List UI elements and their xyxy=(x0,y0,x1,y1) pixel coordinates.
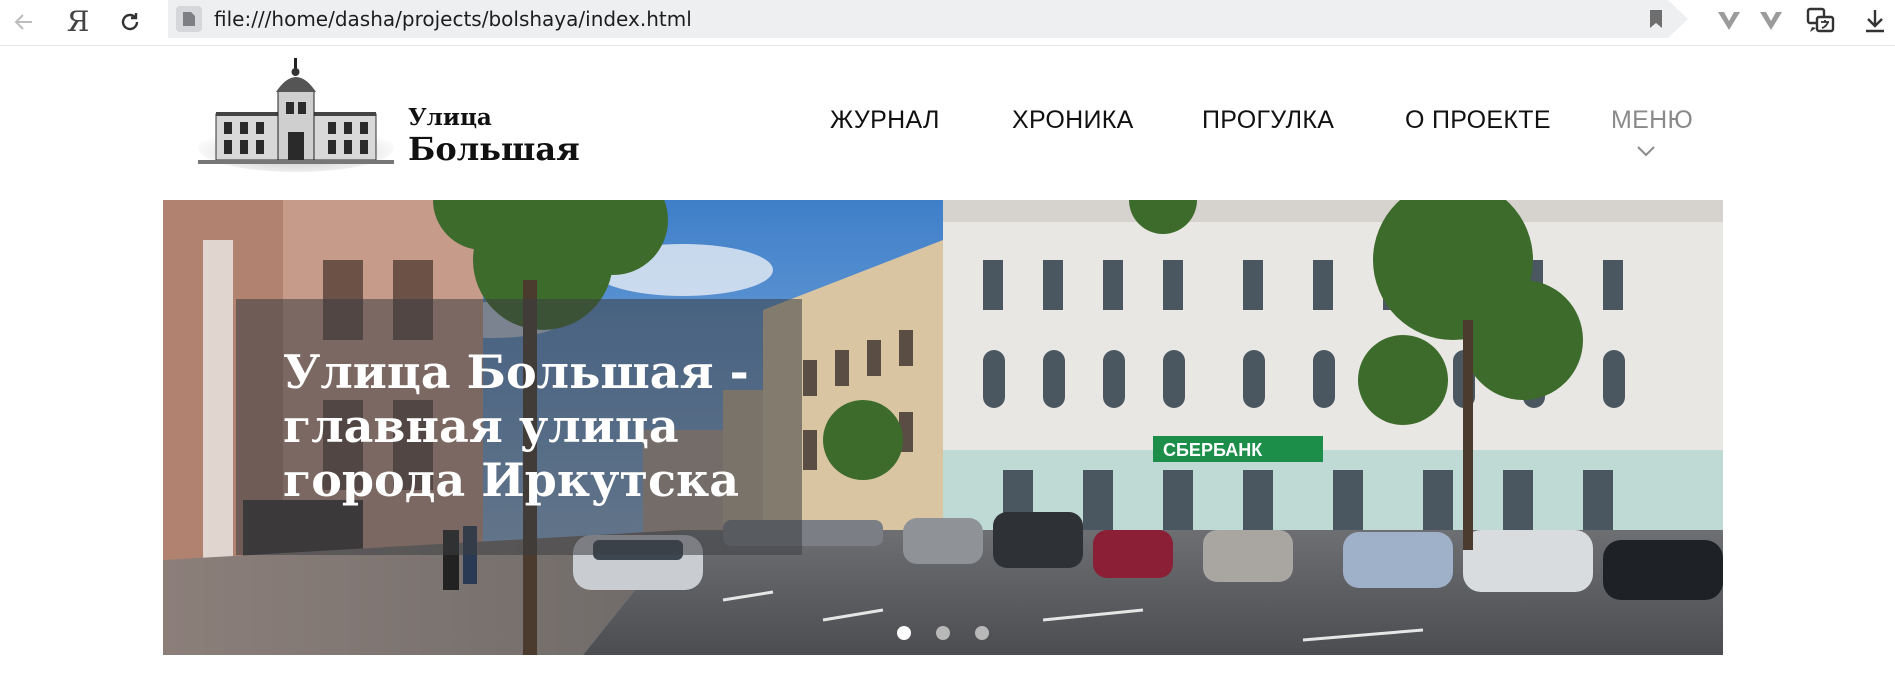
site-logo[interactable] xyxy=(198,56,394,174)
translate-button[interactable] xyxy=(1806,6,1836,36)
address-url[interactable]: file:///home/dasha/projects/bolshaya/ind… xyxy=(214,0,692,38)
nav-journal[interactable]: ЖУРНАЛ xyxy=(830,106,940,135)
file-icon xyxy=(176,6,202,32)
bank-sign: СБЕРБАНК xyxy=(1163,440,1263,460)
building-sketch-icon xyxy=(198,58,394,172)
back-button[interactable] xyxy=(8,6,40,38)
hero-caption-line3: города Иркутска xyxy=(283,453,740,507)
hero-caption-line2: главная улица xyxy=(283,399,679,453)
site-title-line1: Улица xyxy=(408,104,492,131)
chevron-down-icon[interactable] xyxy=(1636,144,1656,162)
bookmark-icon[interactable] xyxy=(1648,9,1664,34)
back-arrow-icon xyxy=(14,14,32,30)
hero-caption: Улица Большая - главная улица города Ирк… xyxy=(283,345,803,507)
nav-about[interactable]: О ПРОЕКТЕ xyxy=(1405,106,1551,135)
reload-icon xyxy=(121,13,139,31)
site-title-line2: Большая xyxy=(408,130,580,168)
slider-dot-2[interactable] xyxy=(936,626,950,640)
nav-walk[interactable]: ПРОГУЛКА xyxy=(1202,106,1334,135)
download-button[interactable] xyxy=(1860,6,1890,36)
hero-caption-line1: Улица Большая - xyxy=(283,345,749,399)
slider-dot-1[interactable] xyxy=(897,626,911,640)
browser-toolbar: Я file:///home/dasha/projects/bolshaya/i… xyxy=(0,0,1895,46)
reload-button[interactable] xyxy=(114,6,146,38)
yandex-button[interactable]: Я xyxy=(62,6,94,38)
download-icon xyxy=(1866,10,1884,33)
slider-dots xyxy=(163,626,1723,646)
extension-icon xyxy=(1718,12,1740,30)
nav-menu[interactable]: МЕНЮ xyxy=(1611,106,1693,135)
hero-slider[interactable]: СБЕРБАНК Улица Большая - главная улица г… xyxy=(163,200,1723,655)
translate-icon xyxy=(1806,7,1835,33)
address-bar[interactable]: file:///home/dasha/projects/bolshaya/ind… xyxy=(168,0,1688,38)
extension-button-2[interactable] xyxy=(1756,6,1786,36)
nav-chronicle[interactable]: ХРОНИКА xyxy=(1012,106,1134,135)
extension-button-1[interactable] xyxy=(1714,6,1744,36)
slider-dot-3[interactable] xyxy=(975,626,989,640)
extension-icon xyxy=(1760,12,1782,30)
yandex-icon: Я xyxy=(66,5,90,38)
